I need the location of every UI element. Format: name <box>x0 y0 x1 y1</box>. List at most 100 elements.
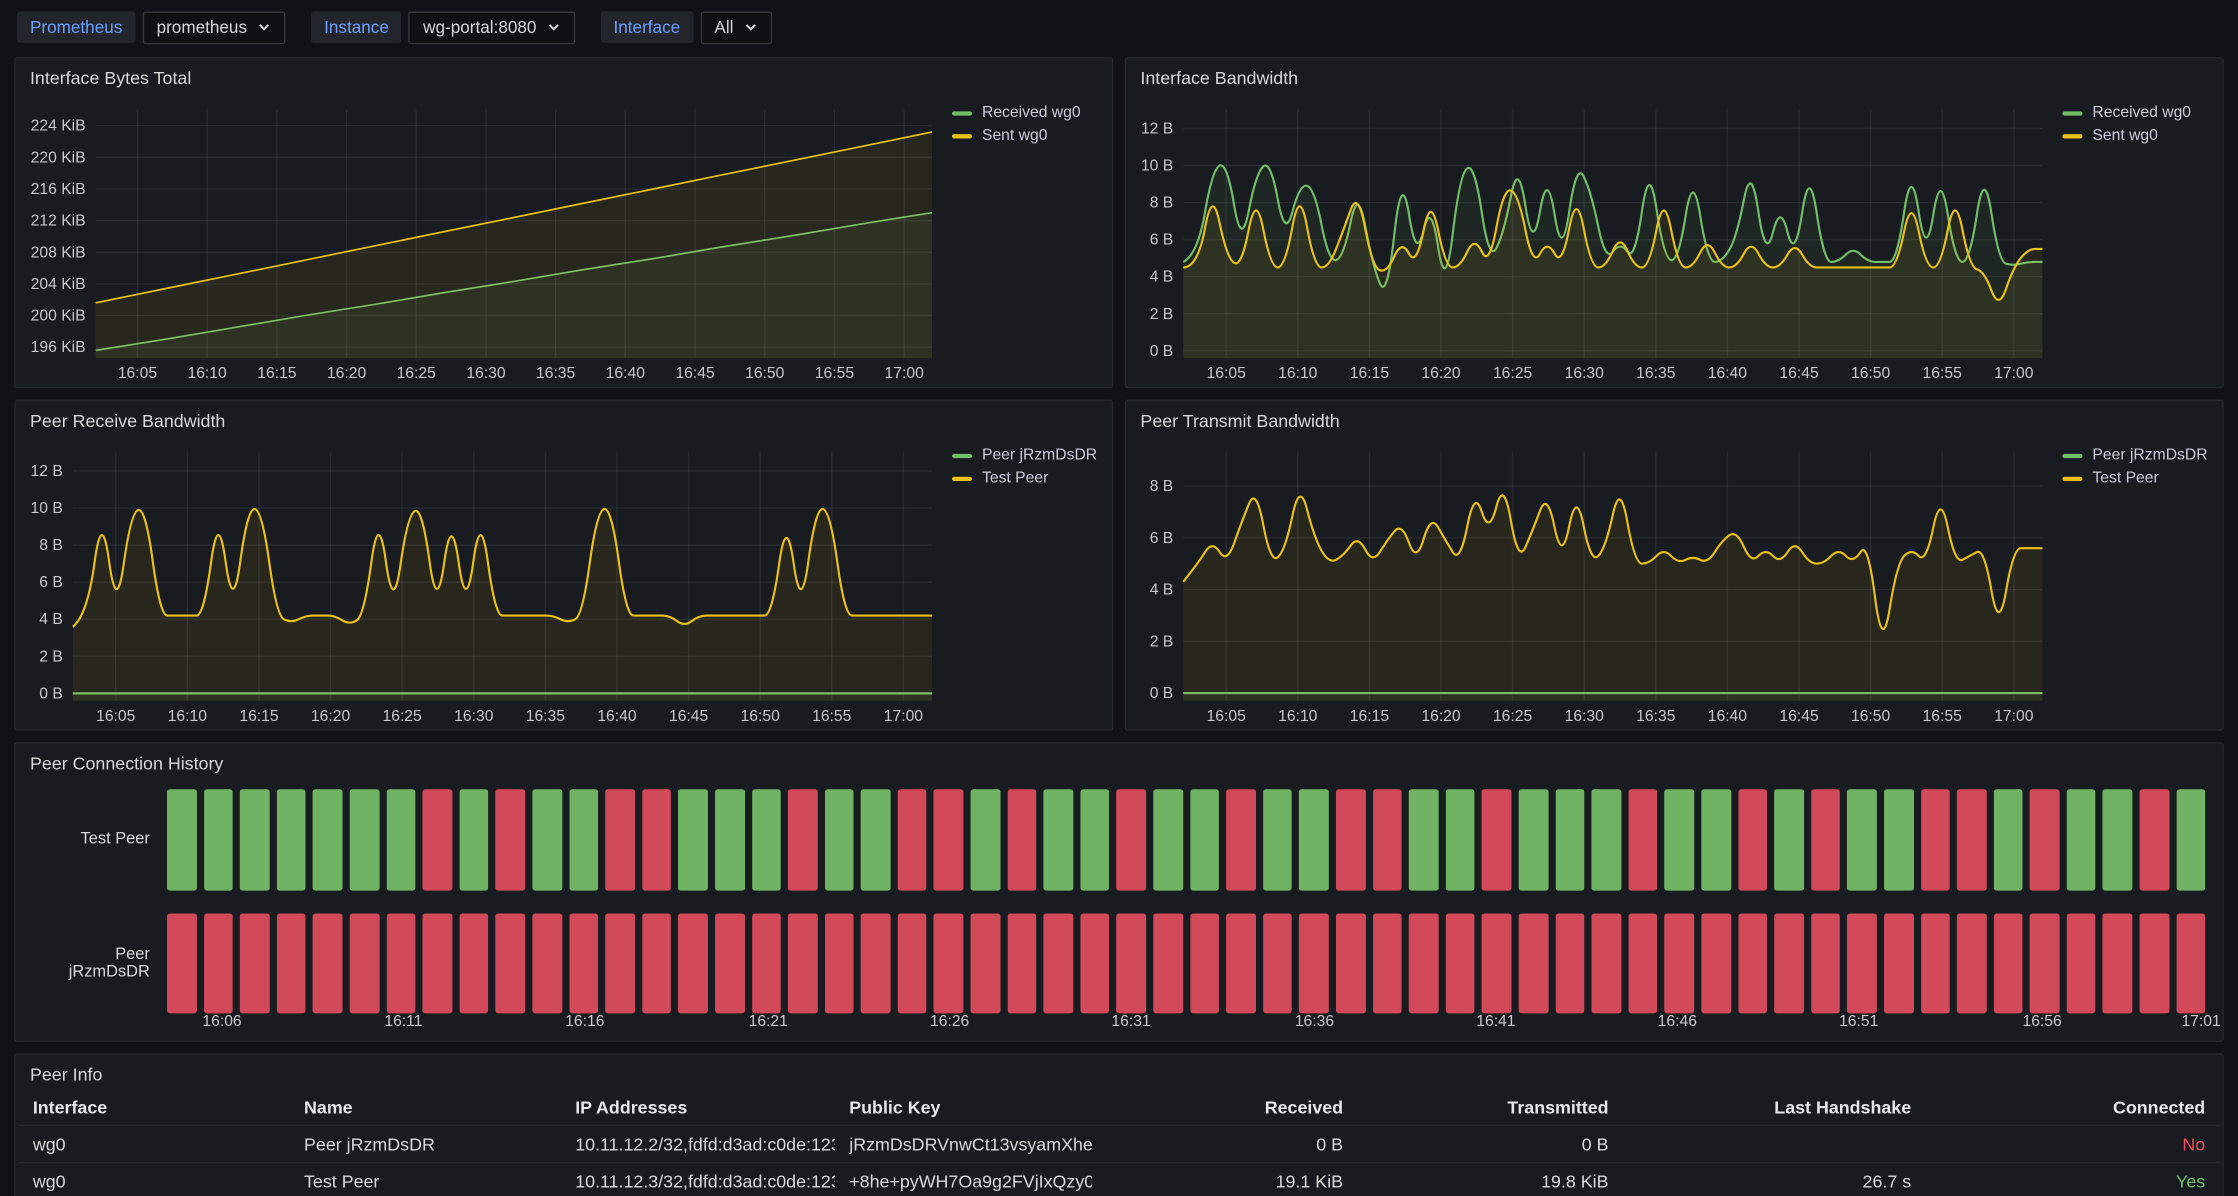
status-bar-disconnected[interactable] <box>605 789 634 890</box>
status-bar-connected[interactable] <box>1993 789 2022 890</box>
status-bar-disconnected[interactable] <box>1446 913 1475 1014</box>
panel-title[interactable]: Interface Bytes Total <box>16 59 1112 89</box>
status-bar-disconnected[interactable] <box>423 913 452 1014</box>
status-bar-disconnected[interactable] <box>1811 913 1840 1014</box>
status-bar-connected[interactable] <box>1044 789 1073 890</box>
legend-item-sent-wg0[interactable]: Sent wg0 <box>952 127 1100 144</box>
status-bar-disconnected[interactable] <box>277 913 306 1014</box>
chart-interface-bytes-total[interactable]: 196 KiB200 KiB204 KiB208 KiB212 KiB216 K… <box>21 96 940 384</box>
table-header-last-handshake[interactable]: Last Handshake <box>1623 1098 1926 1118</box>
status-bar-connected[interactable] <box>277 789 306 890</box>
table-header-connected[interactable]: Connected <box>1925 1098 2219 1118</box>
status-bar-disconnected[interactable] <box>496 913 525 1014</box>
status-bar-connected[interactable] <box>861 789 890 890</box>
status-bar-connected[interactable] <box>1409 789 1438 890</box>
status-bar-connected[interactable] <box>1701 789 1730 890</box>
status-bar-disconnected[interactable] <box>1117 789 1146 890</box>
table-header-public-key[interactable]: Public Key <box>835 1098 1092 1118</box>
status-bar-disconnected[interactable] <box>1372 913 1401 1014</box>
status-bar-disconnected[interactable] <box>496 789 525 890</box>
legend-item-received-wg0[interactable]: Received wg0 <box>2062 104 2210 121</box>
panel-title[interactable]: Peer Transmit Bandwidth <box>1126 401 2222 431</box>
status-bar-connected[interactable] <box>1080 789 1109 890</box>
status-bar-connected[interactable] <box>532 789 561 890</box>
legend-item-received-wg0[interactable]: Received wg0 <box>952 104 1100 121</box>
status-bar-disconnected[interactable] <box>825 913 854 1014</box>
var-select-instance[interactable]: wg-portal:8080 <box>409 11 575 44</box>
status-bar-disconnected[interactable] <box>1665 913 1694 1014</box>
status-bar-disconnected[interactable] <box>1555 913 1584 1014</box>
status-bar-disconnected[interactable] <box>1007 789 1036 890</box>
status-bar-disconnected[interactable] <box>2030 789 2059 890</box>
status-bar-connected[interactable] <box>2103 789 2132 890</box>
status-bar-disconnected[interactable] <box>204 913 233 1014</box>
status-bar-disconnected[interactable] <box>1628 913 1657 1014</box>
status-bar-disconnected[interactable] <box>386 913 415 1014</box>
status-bar-connected[interactable] <box>715 789 744 890</box>
status-bar-disconnected[interactable] <box>240 913 269 1014</box>
var-select-interface[interactable]: All <box>700 11 772 44</box>
status-bar-disconnected[interactable] <box>678 913 707 1014</box>
legend-item-sent-wg0[interactable]: Sent wg0 <box>2062 127 2210 144</box>
status-bar-disconnected[interactable] <box>1847 913 1876 1014</box>
table-header-received[interactable]: Received <box>1092 1098 1357 1118</box>
status-bar-disconnected[interactable] <box>1957 789 1986 890</box>
status-bar-connected[interactable] <box>1592 789 1621 890</box>
status-bar-disconnected[interactable] <box>1738 913 1767 1014</box>
status-bar-disconnected[interactable] <box>934 789 963 890</box>
chart-peer-transmit-bandwidth[interactable]: 0 B2 B4 B6 B8 B16:0516:1016:1516:2016:25… <box>1132 438 2051 726</box>
status-bar-connected[interactable] <box>2067 789 2096 890</box>
status-bar-connected[interactable] <box>1299 789 1328 890</box>
status-bar-connected[interactable] <box>1884 789 1913 890</box>
status-bar-disconnected[interactable] <box>1190 913 1219 1014</box>
status-bar-disconnected[interactable] <box>167 913 196 1014</box>
legend-item-peer-jrzmdsdr[interactable]: Peer jRzmDsDR <box>2062 447 2210 464</box>
status-bar-disconnected[interactable] <box>1226 913 1255 1014</box>
status-bar-disconnected[interactable] <box>569 913 598 1014</box>
status-bar-disconnected[interactable] <box>642 913 671 1014</box>
table-header-transmitted[interactable]: Transmitted <box>1357 1098 1622 1118</box>
status-bar-disconnected[interactable] <box>1993 913 2022 1014</box>
status-bar-disconnected[interactable] <box>1738 789 1767 890</box>
status-bar-disconnected[interactable] <box>1482 789 1511 890</box>
status-bar-disconnected[interactable] <box>1336 913 1365 1014</box>
status-bar-disconnected[interactable] <box>1117 913 1146 1014</box>
status-bar-disconnected[interactable] <box>1153 913 1182 1014</box>
status-bar-disconnected[interactable] <box>313 913 342 1014</box>
status-bar-connected[interactable] <box>1555 789 1584 890</box>
status-bar-connected[interactable] <box>825 789 854 890</box>
status-bar-connected[interactable] <box>386 789 415 890</box>
status-bar-disconnected[interactable] <box>971 913 1000 1014</box>
panel-title[interactable]: Peer Receive Bandwidth <box>16 401 1112 431</box>
status-bar-disconnected[interactable] <box>1811 789 1840 890</box>
status-bar-disconnected[interactable] <box>934 913 963 1014</box>
status-bar-disconnected[interactable] <box>459 913 488 1014</box>
status-bar-disconnected[interactable] <box>1263 913 1292 1014</box>
status-bar-connected[interactable] <box>1446 789 1475 890</box>
status-bar-disconnected[interactable] <box>1409 913 1438 1014</box>
status-bar-disconnected[interactable] <box>1482 913 1511 1014</box>
status-bar-disconnected[interactable] <box>2176 913 2205 1014</box>
status-bar-connected[interactable] <box>1263 789 1292 890</box>
status-bar-disconnected[interactable] <box>642 789 671 890</box>
status-bar-connected[interactable] <box>1519 789 1548 890</box>
status-bar-disconnected[interactable] <box>788 913 817 1014</box>
status-bar-disconnected[interactable] <box>532 913 561 1014</box>
var-select-prometheus[interactable]: prometheus <box>142 11 285 44</box>
status-bar-disconnected[interactable] <box>1957 913 1986 1014</box>
status-bar-connected[interactable] <box>1774 789 1803 890</box>
status-bar-disconnected[interactable] <box>788 789 817 890</box>
status-bar-disconnected[interactable] <box>423 789 452 890</box>
status-bar-disconnected[interactable] <box>898 789 927 890</box>
status-bar-connected[interactable] <box>313 789 342 890</box>
chart-peer-receive-bandwidth[interactable]: 0 B2 B4 B6 B8 B10 B12 B16:0516:1016:1516… <box>21 438 940 726</box>
status-bar-connected[interactable] <box>1847 789 1876 890</box>
table-header-interface[interactable]: Interface <box>19 1098 290 1118</box>
status-bar-connected[interactable] <box>1190 789 1219 890</box>
status-bar-connected[interactable] <box>971 789 1000 890</box>
status-bar-connected[interactable] <box>459 789 488 890</box>
status-bar-disconnected[interactable] <box>350 913 379 1014</box>
status-bar-connected[interactable] <box>2176 789 2205 890</box>
status-bar-disconnected[interactable] <box>1592 913 1621 1014</box>
status-bar-connected[interactable] <box>240 789 269 890</box>
